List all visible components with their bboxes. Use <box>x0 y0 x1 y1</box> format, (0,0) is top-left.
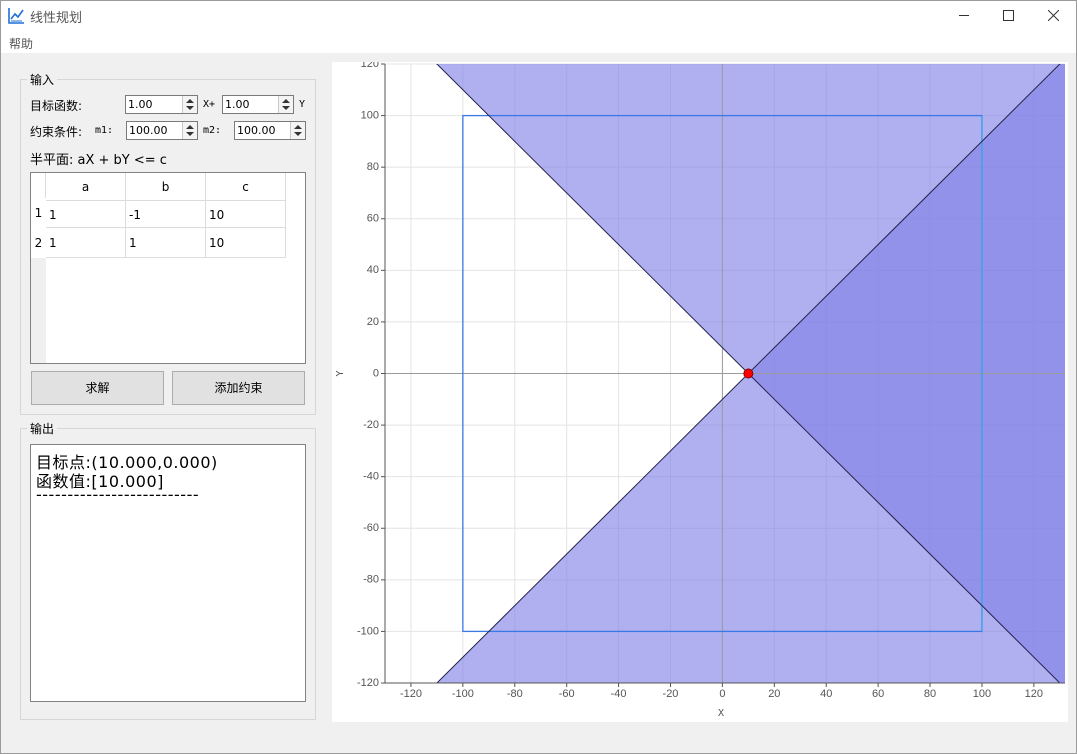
window-title: 线性规划 <box>30 11 83 26</box>
maximize-icon <box>1002 10 1014 21</box>
x-plus-label: X+ <box>203 99 216 110</box>
table-cell[interactable]: 10 <box>206 228 286 258</box>
y-tick-label: -100 <box>357 625 379 637</box>
lp-plot[interactable]: -120 -100 -80 -60 -40 -20 0 20 40 60 80 100 120 120 10… <box>332 62 1068 722</box>
x-tick-label: 20 <box>768 688 780 700</box>
table-cell[interactable]: 1 <box>46 228 126 258</box>
y-tick-label: -20 <box>363 419 379 431</box>
y-tick-label: 40 <box>367 264 379 276</box>
y-tick-label: 120 <box>361 62 379 70</box>
spin-down-icon <box>186 132 194 136</box>
table-cell[interactable]: 1 <box>126 228 206 258</box>
spin-arrows[interactable] <box>182 96 197 113</box>
spin-up-icon <box>186 125 194 129</box>
objective-label: 目标函数: <box>30 99 83 113</box>
y-tick-label: 100 <box>361 109 379 121</box>
constraint-label: 约束条件: <box>30 125 83 139</box>
m2-label: m2: <box>203 125 222 136</box>
y-tick-label: -40 <box>363 471 379 483</box>
y-tick-label: -60 <box>363 522 379 534</box>
x-tick-label: -120 <box>400 688 422 700</box>
m1-label: m1: <box>95 125 114 136</box>
output-separator: -------------------------- <box>36 485 200 504</box>
spin-down-icon <box>294 132 302 136</box>
table-header-a: a <box>46 173 126 201</box>
minimize-icon <box>958 15 969 16</box>
maximize-button[interactable] <box>985 0 1031 31</box>
halfplane-label: 半平面: aX + bY <= c <box>30 153 167 168</box>
objective-x-value: 1.00 <box>128 98 153 111</box>
y-axis-label: Y <box>335 370 346 376</box>
table-header-c: c <box>206 173 286 201</box>
table-cell[interactable]: -1 <box>126 201 206 228</box>
table-cell[interactable]: 10 <box>206 201 286 228</box>
m2-value: 100.00 <box>237 124 276 137</box>
menu-bar: 帮助 <box>0 31 1077 53</box>
x-tick-label: -40 <box>611 688 627 700</box>
objective-y-spinbox[interactable]: 1.00 <box>222 95 294 114</box>
output-group-title: 输出 <box>27 420 58 437</box>
x-tick-label: 40 <box>820 688 832 700</box>
close-button[interactable] <box>1030 0 1076 31</box>
table-row-header: 2 <box>31 228 46 258</box>
close-icon <box>1047 10 1059 21</box>
x-tick-label: -80 <box>507 688 523 700</box>
y-tick-label: 0 <box>373 367 379 379</box>
menu-item-help[interactable]: 帮助 <box>9 35 33 52</box>
y-tick-label: 60 <box>367 213 379 225</box>
m1-spinbox[interactable]: 100.00 <box>126 121 198 140</box>
spin-up-icon <box>186 99 194 103</box>
y-tick-label: -120 <box>357 677 379 689</box>
spin-arrows[interactable] <box>182 122 197 139</box>
x-axis-label: X <box>718 708 724 719</box>
table-corner <box>31 173 46 201</box>
x-tick-label: 0 <box>719 688 725 700</box>
x-tick-label: 80 <box>924 688 936 700</box>
objective-y-value: 1.00 <box>225 98 250 111</box>
x-tick-label: -60 <box>559 688 575 700</box>
minimize-button[interactable] <box>941 0 987 31</box>
optimal-point-marker <box>743 368 754 379</box>
output-text-area[interactable]: 目标点:(10.000,0.000) 函数值:[10.000] --------… <box>30 444 306 702</box>
spin-up-icon <box>294 125 302 129</box>
objective-x-spinbox[interactable]: 1.00 <box>125 95 198 114</box>
table-cell[interactable]: 1 <box>46 201 126 228</box>
x-tick-label: 100 <box>973 688 991 700</box>
x-tick-label: 120 <box>1025 688 1043 700</box>
spin-arrows[interactable] <box>278 96 293 113</box>
spin-down-icon <box>186 106 194 110</box>
y-tick-label: -80 <box>363 574 379 586</box>
title-bar: 线性规划 <box>0 0 1077 31</box>
spin-arrows[interactable] <box>290 122 305 139</box>
table-header-b: b <box>126 173 206 201</box>
m2-spinbox[interactable]: 100.00 <box>234 121 306 140</box>
spin-up-icon <box>282 99 290 103</box>
constraint-table[interactable]: a b c 1 2 1 -1 10 1 1 10 <box>30 172 306 364</box>
y-label: Y <box>299 99 306 110</box>
x-tick-label: 60 <box>872 688 884 700</box>
m1-value: 100.00 <box>129 124 168 137</box>
spin-down-icon <box>282 106 290 110</box>
solve-button[interactable]: 求解 <box>31 371 164 405</box>
input-group-title: 输入 <box>27 71 58 88</box>
x-tick-label: -100 <box>452 688 474 700</box>
chart-app-icon <box>8 8 24 24</box>
x-tick-label: -20 <box>663 688 679 700</box>
table-row-header: 1 <box>31 198 46 228</box>
y-tick-label: 20 <box>367 316 379 328</box>
add-constraint-button[interactable]: 添加约束 <box>172 371 305 405</box>
y-tick-label: 80 <box>367 161 379 173</box>
